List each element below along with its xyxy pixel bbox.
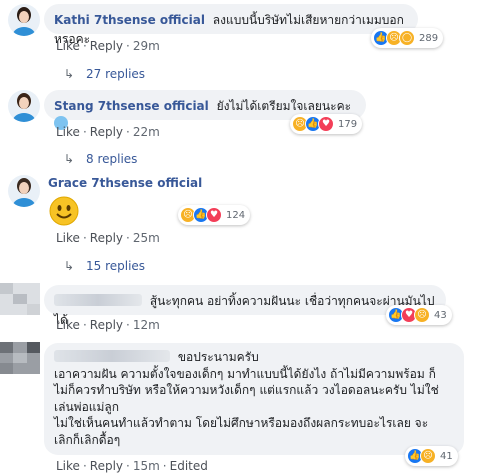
love-reaction-icon: ♥ — [206, 207, 222, 223]
view-replies-link[interactable]: ↳ 27 replies — [64, 67, 145, 81]
comment-bubble: ขอประนามครับ เอาความฝัน ความตั้งใจของเด็… — [44, 343, 464, 455]
edited-label[interactable]: Edited — [170, 459, 208, 473]
comment-actions: Like · Reply · 25m — [56, 231, 160, 245]
comment-text-line: เอาความฝัน ความตั้งใจของเด็กๆ มาทำแบบนี้… — [54, 366, 436, 381]
reply-link[interactable]: Reply — [90, 231, 123, 245]
reply-link[interactable]: Reply — [90, 125, 123, 139]
avatar[interactable] — [8, 4, 40, 36]
comment-time[interactable]: 22m — [133, 125, 160, 139]
comment-text-line: เลิกก็เลิกดื้อๆ — [54, 432, 121, 447]
comment-author[interactable]: Grace 7thsense official — [48, 176, 202, 190]
comment-text: ยังไม่ได้เตรียมใจเลยนะคะ — [216, 99, 352, 113]
view-replies-link[interactable]: ↳ 8 replies — [64, 152, 137, 166]
comment-text-line: ไม่ใช่เห็นคนทำแล้วทำตาม โดยไม่ศึกษาหรือม… — [54, 416, 429, 430]
reactions-summary[interactable]: ☹ 👍 ♥ 124 — [178, 205, 251, 225]
reaction-count: 41 — [440, 450, 453, 462]
like-link[interactable]: Like — [56, 459, 80, 473]
replies-count: 27 replies — [86, 67, 146, 81]
reply-link[interactable]: Reply — [90, 318, 123, 332]
comment-author[interactable]: Kathi 7thsense official — [54, 13, 205, 27]
reply-link[interactable]: Reply — [90, 459, 123, 473]
like-link[interactable]: Like — [56, 318, 80, 332]
comment-time[interactable]: 25m — [133, 231, 160, 245]
blurred-author-name[interactable] — [54, 294, 142, 306]
reaction-count: 124 — [226, 209, 246, 221]
replies-count: 15 replies — [86, 259, 146, 273]
replies-count: 8 replies — [86, 152, 138, 166]
comment-actions: Like · Reply · 29m — [56, 39, 160, 53]
reactions-summary[interactable]: 👍 ☹ ◯ 289 — [371, 28, 444, 48]
reply-arrow-icon: ↳ — [64, 67, 75, 81]
reaction-count: 43 — [434, 309, 447, 321]
reactions-summary[interactable]: 👍 ☹ 41 — [405, 446, 458, 466]
reply-link[interactable]: Reply — [90, 39, 123, 53]
reply-arrow-icon: ↳ — [64, 259, 75, 273]
like-link[interactable]: Like — [56, 39, 80, 53]
comment-first-line: ขอประนามครับ — [54, 349, 454, 366]
comment-text-line: ขอประนามครับ — [177, 350, 259, 364]
reaction-count: 289 — [419, 32, 439, 44]
avatar[interactable] — [0, 342, 40, 374]
comment-author[interactable]: Stang 7thsense official — [54, 99, 209, 113]
like-link[interactable]: Like — [56, 231, 80, 245]
avatar[interactable] — [8, 175, 40, 207]
comment-time[interactable]: 29m — [133, 39, 160, 53]
sad-reaction-icon: ☹ — [420, 448, 436, 464]
comment-text-line: เล่นพ่อแม่ลูก — [54, 399, 120, 414]
sad-reaction-icon: ☹ — [414, 307, 430, 323]
reactions-summary[interactable]: ☹ 👍 ♥ 179 — [290, 114, 363, 134]
blurred-author-name[interactable] — [54, 350, 170, 362]
comment-actions: Like · Reply · 12m — [56, 318, 160, 332]
reply-arrow-icon: ↳ — [64, 152, 75, 166]
reaction-count: 179 — [338, 118, 358, 130]
view-replies-link[interactable]: ↳ 15 replies — [64, 259, 145, 273]
smiley-sticker-icon — [49, 196, 79, 229]
comment-actions: Like · Reply · 22m — [56, 125, 160, 139]
comment-actions: Like · Reply · 15m · Edited — [56, 459, 208, 473]
comment-time[interactable]: 15m — [133, 459, 160, 473]
comment-bubble: Kathi 7thsense official ลงแบบนี้บริษัทไม… — [44, 4, 418, 46]
comment-text-line: ไม่ก็ควรทำบริษัท หรือให้ความหวังเด็กๆ แต… — [54, 383, 439, 397]
avatar[interactable] — [0, 283, 40, 315]
reactions-summary[interactable]: 👍 ♥ ☹ 43 — [386, 305, 452, 325]
avatar[interactable] — [8, 90, 40, 122]
like-link[interactable]: Like — [56, 125, 80, 139]
wow-reaction-icon: ◯ — [399, 30, 415, 46]
love-reaction-icon: ♥ — [318, 116, 334, 132]
comment-time[interactable]: 12m — [133, 318, 160, 332]
